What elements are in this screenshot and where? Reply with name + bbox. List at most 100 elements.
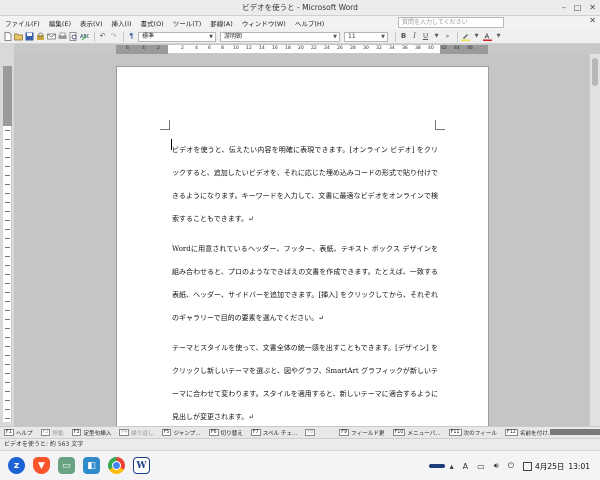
close-icon[interactable]: ✕ <box>589 2 596 13</box>
fkey-text: 次のフィール <box>463 430 497 437</box>
highlight-dropdown-icon[interactable]: ▼ <box>472 32 481 41</box>
chrome-icon[interactable] <box>108 457 125 474</box>
fkey-f12[interactable]: F12 名前を付け... <box>504 429 554 437</box>
new-icon[interactable] <box>3 32 12 41</box>
highlight-icon[interactable] <box>461 32 470 41</box>
horizontal-ruler[interactable]: 6 4 2 2 4 6 8 10 12 14 16 18 20 22 24 26… <box>116 45 488 54</box>
font-color-icon[interactable]: A <box>483 32 492 41</box>
permission-icon[interactable] <box>36 32 45 41</box>
ruler-tick: 2 <box>157 46 160 51</box>
toolbar-separator <box>395 31 396 42</box>
ruler-tick: 32 <box>376 46 382 51</box>
preview-icon[interactable] <box>69 32 78 41</box>
paragraph[interactable]: テーマとスタイルを使って、文書全体の統一感を出すこともできます。[デザイン] を… <box>172 337 438 426</box>
svg-text:A: A <box>485 33 490 41</box>
function-key-bar: F1 ヘルプ F2 移動 F3 定型句挿入 F4 繰り返し F5 ジャンプ... F6 切り… <box>0 426 600 438</box>
fkey-text: 名前を付け... <box>519 430 554 437</box>
fkey-f5[interactable]: F5 ジャンプ... <box>161 429 201 437</box>
store-icon[interactable]: ◧ <box>83 457 100 474</box>
ruler-tick: 4 <box>195 46 198 51</box>
status-text: ビデオを使うと: 約 563 文字 <box>4 441 84 448</box>
fkey-text: スペル チェ... <box>262 430 298 437</box>
ruler-tick: 30 <box>363 46 369 51</box>
chevron-down-icon: ▼ <box>381 33 385 40</box>
font-size-select[interactable]: 11 ▼ <box>344 31 388 42</box>
fkey-text: フィールド更 <box>351 430 385 437</box>
vertical-scrollbar[interactable] <box>589 54 600 426</box>
save-icon[interactable] <box>25 32 34 41</box>
document-page[interactable]: ビデオを使うと、伝えたい内容を明確に表現できます。[オンライン ビデオ] をクリ… <box>116 66 489 426</box>
ruler-tick: 34 <box>389 46 395 51</box>
redo-icon[interactable]: ↷ <box>109 32 118 41</box>
menu-help[interactable]: ヘルプ(H) <box>295 18 324 28</box>
chevron-down-icon: ▼ <box>209 33 213 40</box>
title-bar: ビデオを使うと - Microsoft Word – □ ✕ <box>0 0 600 16</box>
ruler-top-margin <box>3 66 12 126</box>
menu-view[interactable]: 表示(V) <box>80 18 103 28</box>
font-value: 游明朝 <box>224 32 243 40</box>
menu-table[interactable]: 罫線(A) <box>210 18 233 28</box>
fkey-f7[interactable]: F7 スペル チェ... <box>250 429 298 437</box>
files-icon[interactable]: ▭ <box>58 457 75 474</box>
italic-button[interactable]: I <box>410 32 419 41</box>
fkey-f11[interactable]: F11 次のフィール <box>448 429 497 437</box>
ruler-tick: 4 <box>142 46 145 51</box>
calendar-icon <box>523 461 533 471</box>
document-close-icon[interactable]: ✕ <box>589 16 596 25</box>
status-bar: ビデオを使うと: 約 563 文字 <box>0 438 600 450</box>
maximize-icon[interactable]: □ <box>574 2 582 13</box>
chevron-up-icon[interactable]: ▴ <box>450 462 454 471</box>
document-body[interactable]: ビデオを使うと、伝えたい内容を明確に表現できます。[オンライン ビデオ] をクリ… <box>172 139 438 426</box>
style-select[interactable]: 標準 ▼ <box>138 31 216 42</box>
underline-dropdown-icon[interactable]: ▼ <box>432 32 441 41</box>
start-icon[interactable]: z <box>8 457 25 474</box>
fkey-label: F8 <box>305 429 316 436</box>
style-value: 標準 <box>142 32 155 40</box>
paragraph[interactable]: ビデオを使うと、伝えたい内容を明確に表現できます。[オンライン ビデオ] をクリ… <box>172 139 438 231</box>
fkey-f10[interactable]: F10 メニューバ... <box>392 429 441 437</box>
document-canvas: ビデオを使うと、伝えたい内容を明確に表現できます。[オンライン ビデオ] をクリ… <box>14 54 589 426</box>
volume-icon[interactable]: 🔊︎ <box>494 461 499 471</box>
fkey-text: 移動 <box>52 430 64 437</box>
print-icon[interactable] <box>58 32 67 41</box>
menu-format[interactable]: 書式(O) <box>141 18 164 28</box>
scrollbar-thumb[interactable] <box>592 58 598 86</box>
tray-indicator[interactable] <box>428 464 445 468</box>
email-icon[interactable] <box>47 32 56 41</box>
vertical-ruler[interactable] <box>3 66 12 422</box>
minimize-icon[interactable]: – <box>562 2 566 13</box>
font-color-dropdown-icon[interactable]: ▼ <box>494 32 503 41</box>
taskbar: z ▼ ▭ ◧ W ▴ A ▭ 🔊︎ ⏻ 4月25日 13:01 <box>0 450 600 480</box>
fkey-f3[interactable]: F3 定型句挿入 <box>71 429 111 437</box>
input-method-icon[interactable]: A <box>463 462 468 471</box>
menu-file[interactable]: ファイル(F) <box>5 18 40 28</box>
menu-window[interactable]: ウィンドウ(W) <box>242 18 286 28</box>
help-search-input[interactable]: 質問を入力してください <box>398 17 504 28</box>
horizontal-scrollbar[interactable] <box>550 429 600 435</box>
power-icon[interactable]: ⏻ <box>508 461 514 471</box>
undo-icon[interactable]: ↶ <box>98 32 107 41</box>
paragraph[interactable]: Wordに用意されているヘッダー、フッター、表紙、テキスト ボックス デザインを… <box>172 238 438 330</box>
more-icon[interactable]: » <box>443 32 452 41</box>
time-text[interactable]: 13:01 <box>568 462 590 471</box>
ruler-tick: 2 <box>181 46 184 51</box>
spelling-icon[interactable]: ABC <box>80 32 91 41</box>
menu-insert[interactable]: 挿入(I) <box>112 18 132 28</box>
fkey-f2: F2 移動 <box>40 429 64 437</box>
menu-edit[interactable]: 編集(E) <box>49 18 71 28</box>
open-icon[interactable] <box>14 32 23 41</box>
ruler-tick: 24 <box>324 46 330 51</box>
bold-button[interactable]: B <box>399 32 408 41</box>
fkey-text: メニューバ... <box>407 430 441 437</box>
brave-icon[interactable]: ▼ <box>33 457 50 474</box>
word-icon[interactable]: W <box>133 457 150 474</box>
font-select[interactable]: 游明朝 ▼ <box>220 31 340 42</box>
menu-tools[interactable]: ツール(T) <box>173 18 202 28</box>
underline-button[interactable]: U <box>421 32 430 41</box>
display-icon[interactable]: ▭ <box>477 462 485 471</box>
ruler-tick: 20 <box>298 46 304 51</box>
fkey-f9[interactable]: F9 フィールド更 <box>339 429 385 437</box>
date-text[interactable]: 4月25日 <box>535 461 564 472</box>
fkey-f1[interactable]: F1 ヘルプ <box>4 429 33 437</box>
fkey-f6[interactable]: F6 切り替え <box>208 429 243 437</box>
